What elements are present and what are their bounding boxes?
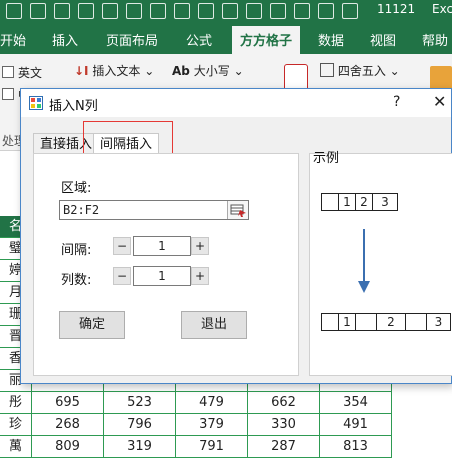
dialog-title-bar[interactable]: 插入N列 ? ✕ bbox=[21, 89, 451, 117]
example-cell: 1 bbox=[338, 313, 356, 331]
excel-title-bar: 11121 Exc bbox=[0, 0, 452, 22]
data-cell[interactable]: 479 bbox=[176, 392, 248, 414]
ribbon-tabs: 开始 插入 页面布局 公式 方方格子 数据 视图 帮助 bbox=[0, 22, 452, 55]
name-cell[interactable]: 萬 bbox=[0, 436, 32, 458]
round-button[interactable]: 四舍五入 ⌄ bbox=[320, 62, 400, 79]
chevron-down-icon: ⌄ bbox=[144, 64, 155, 78]
data-cell[interactable]: 813 bbox=[320, 436, 392, 458]
example-cell bbox=[355, 313, 377, 331]
chevron-down-icon: ⌄ bbox=[389, 64, 400, 78]
data-cell[interactable]: 523 bbox=[104, 392, 176, 414]
data-cell[interactable]: 287 bbox=[248, 436, 320, 458]
data-cell[interactable]: 662 bbox=[248, 392, 320, 414]
case-icon: Ab bbox=[172, 64, 190, 78]
example-cell: 3 bbox=[372, 193, 398, 211]
data-cell[interactable]: 319 bbox=[104, 436, 176, 458]
help-button[interactable]: ? bbox=[393, 94, 400, 110]
insert-text-button[interactable]: ↓I 插入文本 ⌄ bbox=[74, 62, 154, 79]
chevron-down-icon: ⌄ bbox=[233, 64, 244, 78]
interval-label: 间隔: bbox=[61, 243, 92, 258]
example-cell bbox=[321, 193, 339, 211]
chinese-checkbox[interactable] bbox=[2, 88, 14, 100]
example-cell bbox=[321, 313, 339, 331]
data-cell[interactable]: 809 bbox=[32, 436, 104, 458]
round-label: 四舍五入 bbox=[337, 64, 386, 78]
merge-icon[interactable] bbox=[198, 3, 214, 19]
interval-decrement-button[interactable]: − bbox=[113, 237, 131, 255]
more-icon[interactable] bbox=[342, 3, 358, 19]
columns-increment-button[interactable]: + bbox=[191, 267, 209, 285]
english-checkbox[interactable] bbox=[2, 66, 14, 78]
dialog-title: 插入N列 bbox=[49, 99, 98, 114]
app-name: Exc bbox=[432, 2, 452, 16]
paste-icon-2[interactable] bbox=[102, 3, 118, 19]
tab-fangfang[interactable]: 方方格子 bbox=[232, 26, 301, 55]
round-icon bbox=[320, 63, 334, 77]
tab-insert[interactable]: 插入 bbox=[52, 30, 78, 49]
tab-home[interactable]: 开始 bbox=[0, 30, 26, 49]
arrow-down-icon bbox=[358, 229, 370, 293]
data-cell[interactable]: 330 bbox=[248, 414, 320, 436]
function-icon[interactable] bbox=[246, 3, 262, 19]
insert-n-columns-dialog: 插入N列 ? ✕ 直接插入 间隔插入 区域: B2:F2 间隔: − 1 + 列… bbox=[20, 88, 452, 384]
paste-icon[interactable] bbox=[78, 3, 94, 19]
undo-icon[interactable] bbox=[6, 3, 22, 19]
insert-text-label: 插入文本 bbox=[92, 64, 141, 78]
example-label: 示例 bbox=[313, 151, 340, 166]
example-cell: 2 bbox=[376, 313, 406, 331]
save-icon[interactable] bbox=[54, 3, 70, 19]
cut-icon[interactable] bbox=[150, 3, 166, 19]
columns-decrement-button[interactable]: − bbox=[113, 267, 131, 285]
tab-view[interactable]: 视图 bbox=[370, 30, 396, 49]
case-button[interactable]: Ab 大小写 ⌄ bbox=[172, 62, 244, 79]
grid-icon[interactable] bbox=[294, 3, 310, 19]
data-cell[interactable]: 791 bbox=[176, 436, 248, 458]
data-cell[interactable]: 379 bbox=[176, 414, 248, 436]
case-label: 大小写 bbox=[193, 64, 230, 78]
workbook-name: 11121 bbox=[377, 2, 416, 16]
sort-icon[interactable] bbox=[270, 3, 286, 19]
columns-label: 列数: bbox=[61, 273, 92, 288]
name-cell[interactable]: 珍 bbox=[0, 414, 32, 436]
example-cell: 1 bbox=[338, 193, 356, 211]
data-cell[interactable]: 491 bbox=[320, 414, 392, 436]
tab-help[interactable]: 帮助 bbox=[422, 30, 448, 49]
tab-data[interactable]: 数据 bbox=[318, 30, 344, 49]
example-cell: 3 bbox=[426, 313, 451, 331]
format-icon[interactable] bbox=[126, 3, 142, 19]
insert-text-icon: ↓I bbox=[74, 64, 89, 78]
range-label: 区域: bbox=[61, 181, 92, 196]
example-cell: 2 bbox=[355, 193, 373, 211]
tab-formulas[interactable]: 公式 bbox=[186, 30, 212, 49]
tab-page-layout[interactable]: 页面布局 bbox=[106, 30, 158, 49]
range-input[interactable]: B2:F2 bbox=[59, 200, 249, 220]
exit-button[interactable]: 退出 bbox=[181, 311, 247, 339]
example-panel bbox=[309, 153, 452, 376]
close-button[interactable]: ✕ bbox=[433, 92, 446, 111]
columns-value-field[interactable]: 1 bbox=[133, 266, 191, 286]
range-select-icon[interactable] bbox=[227, 201, 248, 219]
filter-icon[interactable] bbox=[174, 3, 190, 19]
redo-icon[interactable] bbox=[30, 3, 46, 19]
data-cell[interactable]: 354 bbox=[320, 392, 392, 414]
english-label: 英文 bbox=[18, 66, 43, 80]
english-option[interactable]: 英文 bbox=[2, 64, 42, 81]
example-cell bbox=[405, 313, 427, 331]
chart-icon[interactable] bbox=[318, 3, 334, 19]
name-cell[interactable]: 彤 bbox=[0, 392, 32, 414]
interval-increment-button[interactable]: + bbox=[191, 237, 209, 255]
ok-button[interactable]: 确定 bbox=[59, 311, 125, 339]
data-cell[interactable]: 268 bbox=[32, 414, 104, 436]
dialog-app-icon bbox=[29, 96, 43, 110]
data-cell[interactable]: 796 bbox=[104, 414, 176, 436]
table-icon[interactable] bbox=[222, 3, 238, 19]
data-cell[interactable]: 695 bbox=[32, 392, 104, 414]
interval-value-field[interactable]: 1 bbox=[133, 236, 191, 256]
